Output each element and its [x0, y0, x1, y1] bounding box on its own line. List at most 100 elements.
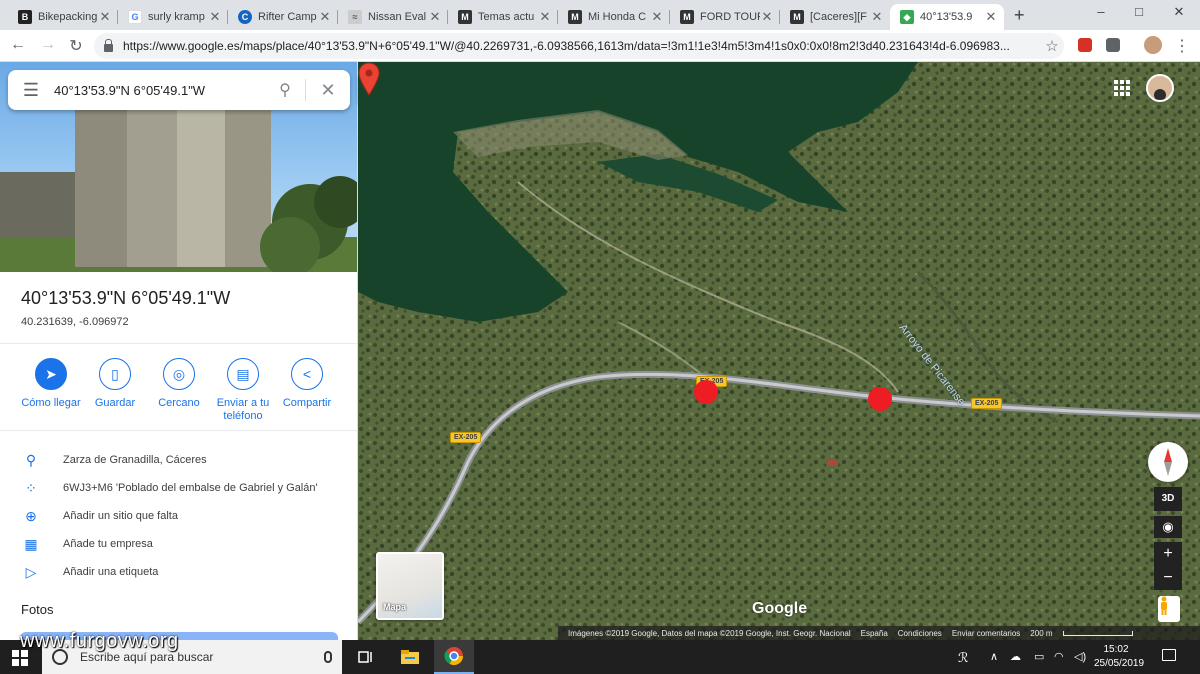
- send-to-phone-button[interactable]: ▤ Enviar a tu teléfono: [211, 358, 275, 423]
- close-tab-icon[interactable]: ✕: [428, 9, 442, 25]
- reload-icon[interactable]: ↻: [66, 36, 86, 56]
- close-tab-icon[interactable]: ✕: [538, 9, 552, 25]
- minimize-button[interactable]: –: [1086, 4, 1116, 19]
- avatar[interactable]: [1146, 74, 1174, 102]
- road-shield: EX-205: [971, 398, 1003, 409]
- info-row-plus-code[interactable]: ⁘ 6WJ3+M6 'Poblado del embalse de Gabrie…: [20, 478, 318, 498]
- close-tab-icon[interactable]: ✕: [760, 9, 774, 25]
- wifi-icon[interactable]: ◠: [1054, 650, 1064, 663]
- new-tab-button[interactable]: +: [1014, 5, 1025, 26]
- clock-date: 25/05/2019: [1094, 658, 1145, 669]
- compass-needle-icon: [1164, 448, 1172, 476]
- volume-icon[interactable]: ◁): [1074, 650, 1086, 663]
- add-place-icon: ⊕: [25, 507, 37, 524]
- send-to-phone-icon: ▤: [227, 358, 259, 390]
- pegman-street-view-icon[interactable]: [1158, 596, 1180, 622]
- close-window-button[interactable]: ✕: [1164, 4, 1194, 20]
- close-tab-icon[interactable]: ✕: [318, 9, 332, 25]
- chrome-icon[interactable]: [434, 640, 474, 674]
- maximize-button[interactable]: □: [1124, 4, 1154, 19]
- url-text[interactable]: https://www.google.es/maps/place/40°13'5…: [123, 39, 1040, 53]
- add-business-icon: ▦: [24, 535, 38, 552]
- task-view-icon[interactable]: [346, 640, 386, 674]
- browser-toolbar: ← → ↻ https://www.google.es/maps/place/4…: [0, 30, 1200, 62]
- action-label: Guardar: [94, 397, 136, 409]
- tab-title: 40°13'53.9: [920, 11, 973, 23]
- info-text: 6WJ3+M6 'Poblado del embalse de Gabriel …: [63, 482, 318, 494]
- close-icon[interactable]: ✕: [306, 80, 350, 101]
- pocket-extension-icon[interactable]: [1078, 38, 1092, 52]
- nissan-favicon-icon: ≈: [348, 10, 362, 24]
- zoom-in-button[interactable]: +: [1154, 542, 1182, 566]
- divider: [0, 343, 357, 344]
- apps-grid-icon[interactable]: [1114, 80, 1130, 96]
- place-photo[interactable]: ☰ 40°13'53.9"N 6°05'49.1"W ⚲ ✕: [0, 62, 357, 272]
- tab-temas[interactable]: M Temas actu ✕: [448, 4, 558, 30]
- my-location-icon[interactable]: ◉: [1154, 516, 1182, 538]
- scale-label[interactable]: 200 m: [1030, 629, 1052, 638]
- 3d-toggle-button[interactable]: 3D: [1154, 487, 1182, 511]
- tab-nissan[interactable]: ≈ Nissan Eval ✕: [338, 4, 448, 30]
- attribution-text: Imágenes ©2019 Google, Datos del mapa ©2…: [568, 628, 851, 638]
- terms-link[interactable]: Condiciones: [898, 629, 942, 638]
- search-input[interactable]: 40°13'53.9"N 6°05'49.1"W: [54, 83, 265, 98]
- feedback-link[interactable]: Enviar comentarios: [952, 629, 1020, 638]
- tab-google-maps[interactable]: ◆ 40°13'53.9 ✕: [890, 4, 1004, 30]
- location-marker-icon[interactable]: [358, 62, 380, 96]
- forum-favicon-icon: M: [568, 10, 582, 24]
- info-text: Añade tu empresa: [63, 538, 153, 550]
- info-row-add-business[interactable]: ▦ Añade tu empresa: [20, 534, 153, 554]
- action-label: Enviar a tu teléfono: [216, 397, 270, 422]
- info-row-add-place[interactable]: ⊕ Añadir un sitio que falta: [20, 506, 178, 526]
- tab-surly[interactable]: G surly kramp ✕: [118, 4, 228, 30]
- close-tab-icon[interactable]: ✕: [98, 9, 112, 25]
- zoom-out-button[interactable]: −: [1154, 566, 1182, 590]
- close-tab-icon[interactable]: ✕: [984, 9, 998, 25]
- satellite-map[interactable]: EX-205 EX-205 EX-205 Arroyo de Picarense…: [358, 62, 1200, 640]
- notification-center-icon[interactable]: [1162, 649, 1176, 661]
- map-type-toggle[interactable]: Mapa: [376, 552, 444, 620]
- country-link[interactable]: España: [861, 629, 888, 638]
- road-shield: EX-205: [450, 432, 482, 443]
- directions-button[interactable]: ➤ Cómo llegar: [19, 358, 83, 410]
- nearby-button[interactable]: ◎ Cercano: [147, 358, 211, 410]
- microphone-icon[interactable]: [324, 651, 332, 663]
- search-box[interactable]: ☰ 40°13'53.9"N 6°05'49.1"W ⚲ ✕: [8, 70, 350, 110]
- action-label: Compartir: [282, 397, 332, 409]
- share-button[interactable]: < Compartir: [275, 358, 339, 410]
- file-explorer-icon[interactable]: [390, 640, 430, 674]
- close-tab-icon[interactable]: ✕: [650, 9, 664, 25]
- shield-extension-icon[interactable]: [1106, 38, 1120, 52]
- google-logo: Google: [752, 600, 808, 617]
- close-tab-icon[interactable]: ✕: [208, 9, 222, 25]
- back-arrow-icon[interactable]: ←: [8, 36, 28, 54]
- info-text: Zarza de Granadilla, Cáceres: [63, 454, 207, 466]
- save-button[interactable]: ▯ Guardar: [83, 358, 147, 410]
- tab-honda[interactable]: M Mi Honda C ✕: [558, 4, 670, 30]
- battery-icon[interactable]: ▭: [1034, 650, 1044, 663]
- chevron-up-icon[interactable]: ∧: [990, 650, 998, 663]
- search-icon[interactable]: ⚲: [265, 80, 305, 100]
- kebab-menu-icon[interactable]: ⋮: [1172, 36, 1192, 56]
- red-dot-marker: [694, 380, 718, 404]
- divider: [0, 430, 357, 431]
- close-tab-icon[interactable]: ✕: [870, 9, 884, 25]
- location-pin-icon: ⚲: [25, 451, 37, 468]
- bookmark-star-icon[interactable]: ☆: [1040, 37, 1064, 55]
- tab-caceres[interactable]: M [Caceres][F ✕: [780, 4, 890, 30]
- info-row-location[interactable]: ⚲ Zarza de Granadilla, Cáceres: [20, 450, 207, 470]
- profile-avatar[interactable]: [1144, 36, 1162, 54]
- tab-ford[interactable]: M FORD TOUR ✕: [670, 4, 780, 30]
- forum-favicon-icon: M: [680, 10, 694, 24]
- compass-icon[interactable]: [1148, 442, 1188, 482]
- tab-bikepacking[interactable]: B Bikepacking ✕: [8, 4, 118, 30]
- system-clock[interactable]: 15:02 25/05/2019: [1094, 643, 1145, 671]
- forward-arrow-icon[interactable]: →: [38, 36, 58, 54]
- hamburger-menu-icon[interactable]: ☰: [8, 80, 54, 101]
- people-icon[interactable]: ℛ: [958, 650, 968, 666]
- address-bar[interactable]: https://www.google.es/maps/place/40°13'5…: [94, 33, 1064, 59]
- bookmark-icon: ▯: [99, 358, 131, 390]
- onedrive-cloud-icon[interactable]: ☁: [1010, 650, 1021, 663]
- tab-rifter[interactable]: C Rifter Camp ✕: [228, 4, 338, 30]
- info-row-add-label[interactable]: ▷ Añadir una etiqueta: [20, 562, 159, 582]
